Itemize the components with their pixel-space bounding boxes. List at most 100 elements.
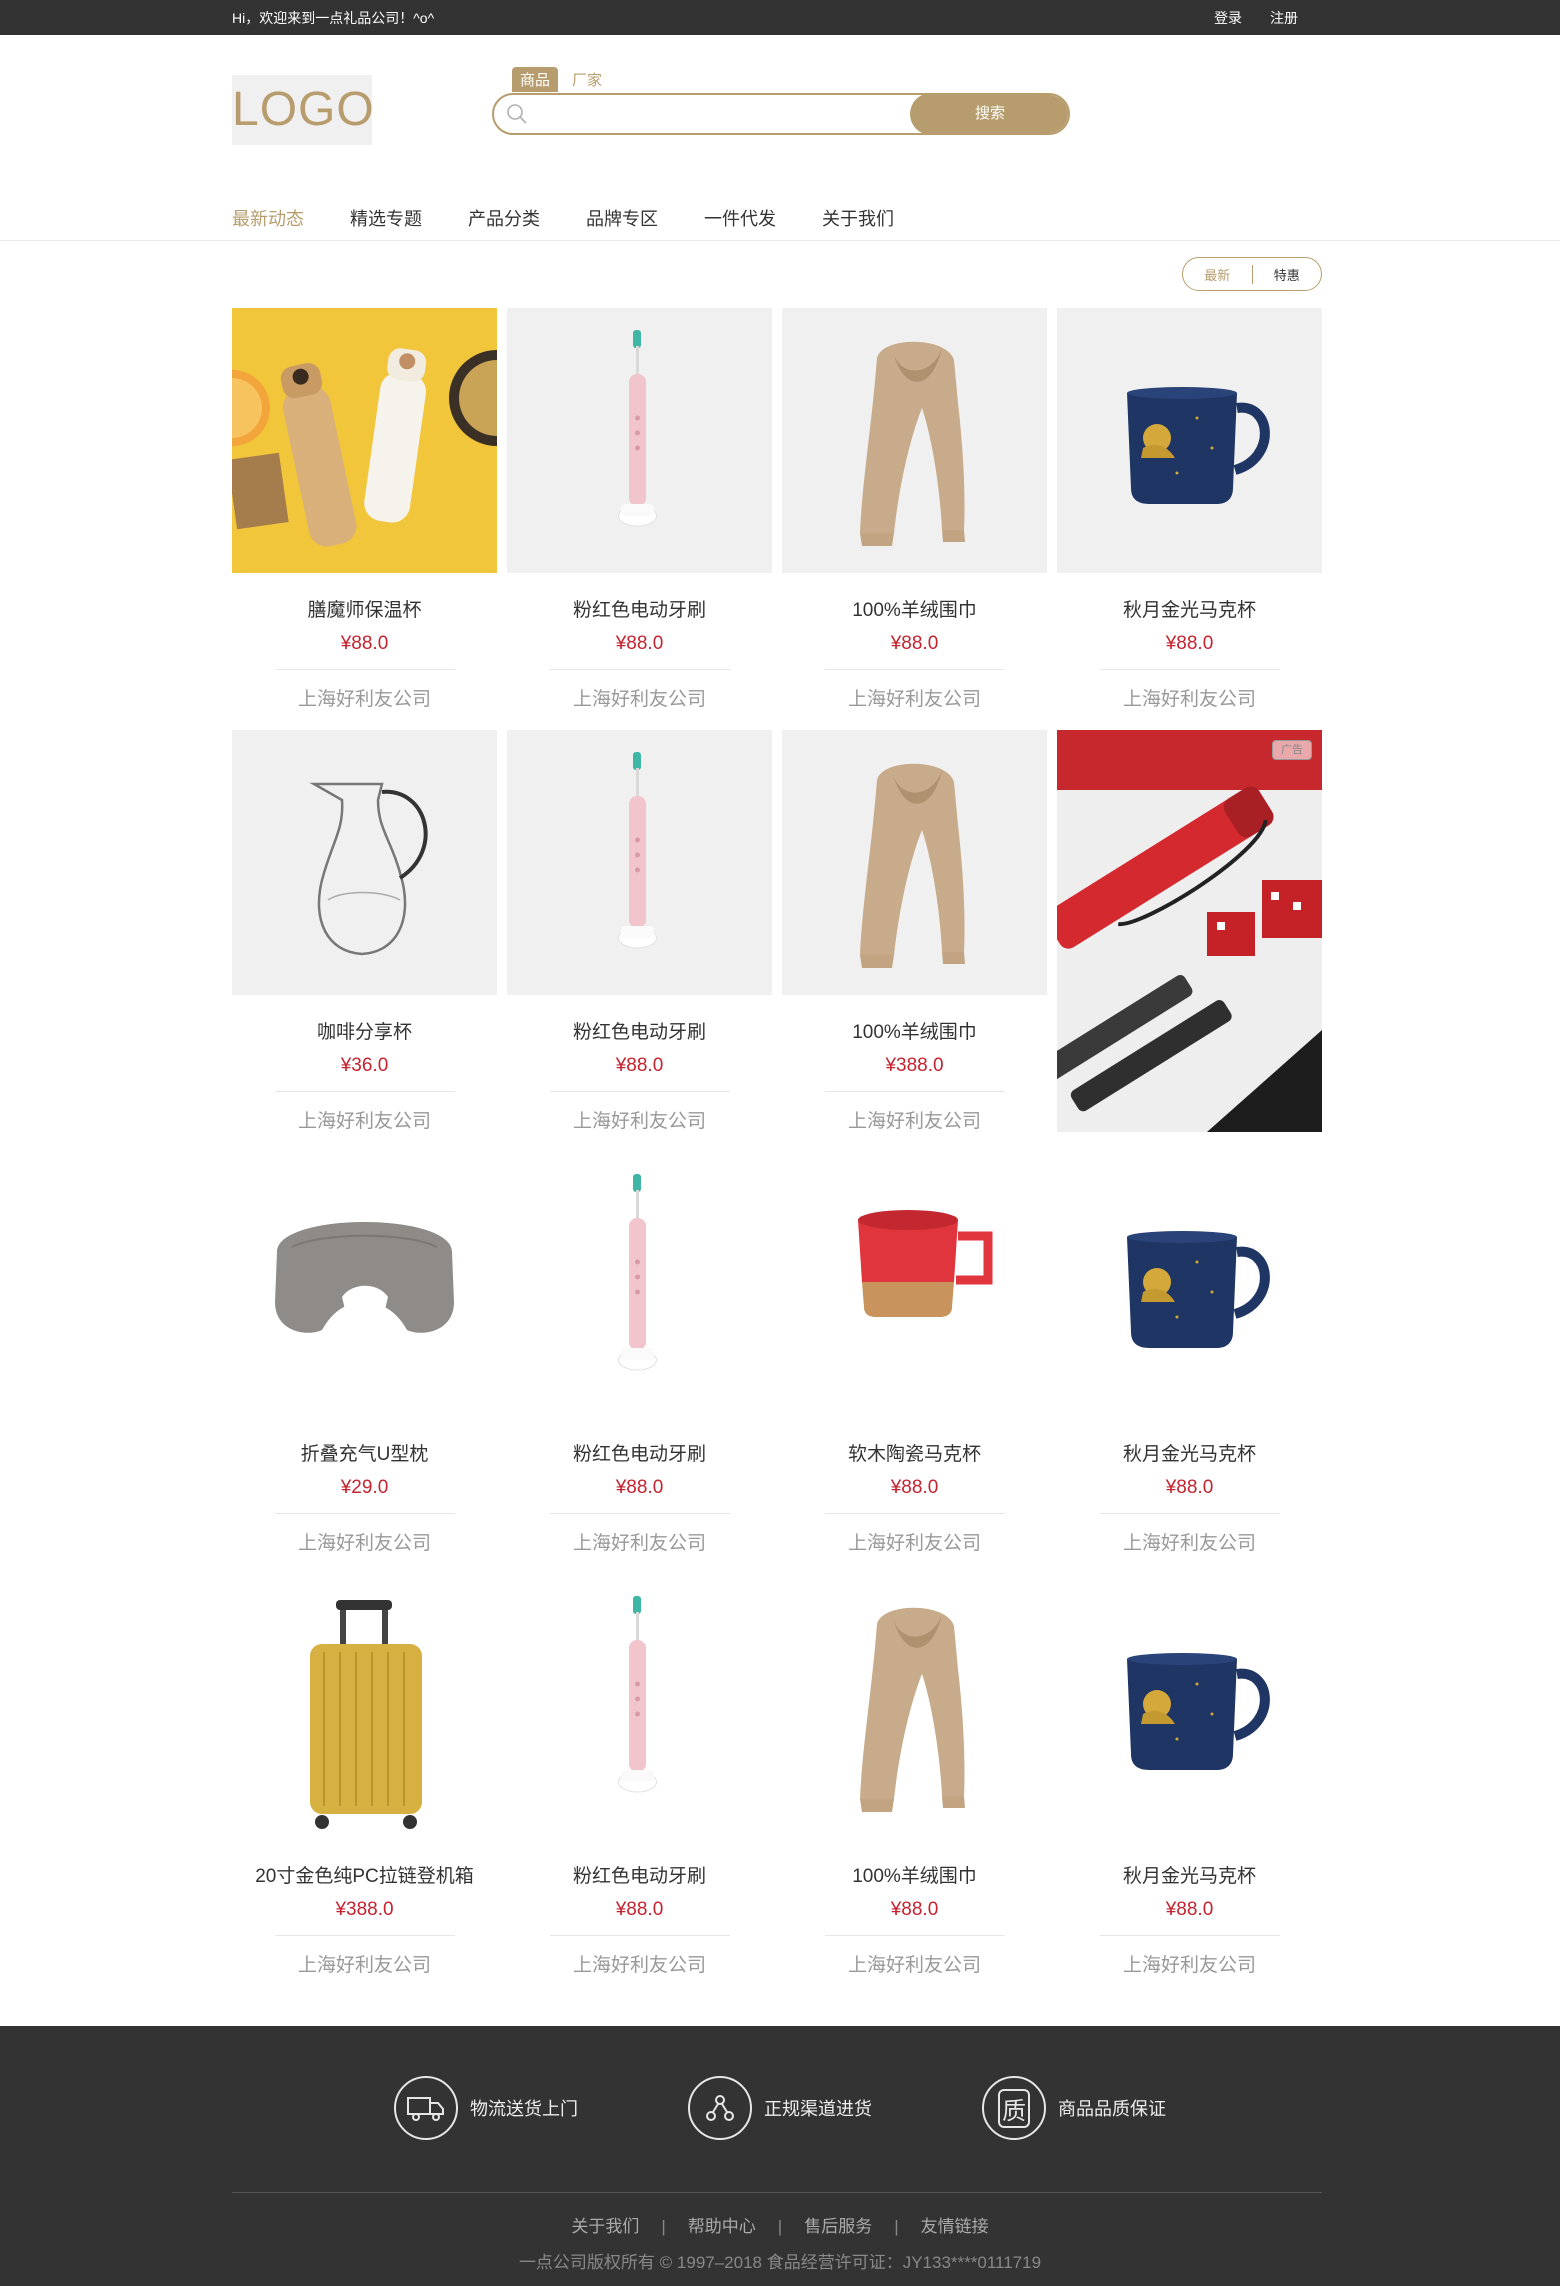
product-price: ¥88.0 — [890, 633, 939, 654]
product-image-scarf[interactable] — [782, 1574, 1047, 1839]
product-company: 上海好利友公司 — [297, 689, 431, 710]
product-name[interactable]: 软木陶瓷马克杯 — [782, 1439, 1047, 1465]
product-card[interactable]: 100%羊绒围巾 ¥88.0 上海好利友公司 — [782, 1574, 1047, 1977]
search-input[interactable] — [538, 95, 898, 133]
product-name[interactable]: 100%羊绒围巾 — [782, 1017, 1047, 1043]
feature-label: 物流送货上门 — [470, 2099, 578, 2119]
card-divider — [549, 669, 730, 670]
product-image-toothbrush[interactable] — [507, 1152, 772, 1417]
product-image-suitcase[interactable] — [232, 1574, 497, 1839]
product-price: ¥88.0 — [615, 1899, 664, 1920]
product-company: 上海好利友公司 — [297, 1955, 431, 1976]
sort-latest-button[interactable]: 最新 — [1183, 264, 1253, 284]
product-price: ¥88.0 — [1165, 633, 1214, 654]
product-name[interactable]: 粉红色电动牙刷 — [507, 1439, 772, 1465]
product-company: 上海好利友公司 — [1122, 1533, 1256, 1554]
product-company: 上海好利友公司 — [297, 1533, 431, 1554]
product-card[interactable]: 膳魔师保温杯 ¥88.0 上海好利友公司 — [232, 308, 497, 711]
copyright: 一点公司版权所有 © 1997–2018 食品经营许可证：JY133****01… — [518, 2253, 1042, 2272]
product-name[interactable]: 20寸金色纯PC拉链登机箱 — [232, 1861, 497, 1887]
nav-item-categories[interactable]: 产品分类 — [468, 205, 540, 231]
feature-channel: 正规渠道进货 — [688, 2076, 872, 2140]
product-card[interactable]: 粉红色电动牙刷 ¥88.0 上海好利友公司 — [507, 1574, 772, 1977]
logo[interactable]: LOGO — [232, 75, 374, 145]
search-tabs: 商品 厂家 — [512, 67, 610, 92]
feature-label: 商品品质保证 — [1058, 2099, 1166, 2119]
product-card[interactable]: 粉红色电动牙刷 ¥88.0 上海好利友公司 — [507, 308, 772, 711]
product-card[interactable]: 软木陶瓷马克杯 ¥88.0 上海好利友公司 — [782, 1152, 1047, 1555]
product-card[interactable]: 粉红色电动牙刷 ¥88.0 上海好利友公司 — [507, 1152, 772, 1555]
product-company: 上海好利友公司 — [847, 1533, 981, 1554]
card-divider — [1099, 1513, 1280, 1514]
nav-item-featured[interactable]: 精选专题 — [350, 205, 422, 231]
product-name[interactable]: 秋月金光马克杯 — [1057, 1439, 1322, 1465]
footer-divider — [232, 2192, 1322, 2193]
product-name[interactable]: 秋月金光马克杯 — [1057, 1861, 1322, 1887]
feature-quality: 质 商品品质保证 — [982, 2076, 1166, 2140]
card-divider — [274, 1513, 455, 1514]
product-name[interactable]: 粉红色电动牙刷 — [507, 1017, 772, 1043]
product-price: ¥29.0 — [340, 1477, 389, 1498]
product-company: 上海好利友公司 — [297, 1111, 431, 1132]
product-name[interactable]: 粉红色电动牙刷 — [507, 1861, 772, 1887]
product-image-mug[interactable] — [1057, 308, 1322, 573]
product-image-mug[interactable] — [1057, 1574, 1322, 1839]
product-name[interactable]: 咖啡分享杯 — [232, 1017, 497, 1043]
product-card[interactable]: 咖啡分享杯 ¥36.0 上海好利友公司 — [232, 730, 497, 1133]
nav-divider — [0, 240, 1560, 241]
product-card[interactable]: 100%羊绒围巾 ¥388.0 上海好利友公司 — [782, 730, 1047, 1133]
product-price: ¥88.0 — [1165, 1899, 1214, 1920]
product-name[interactable]: 100%羊绒围巾 — [782, 1861, 1047, 1887]
quality-glyph: 质 — [998, 2088, 1030, 2128]
register-link[interactable]: 注册 — [1270, 8, 1298, 28]
footer-link-service[interactable]: 售后服务 — [804, 2217, 872, 2236]
product-company: 上海好利友公司 — [847, 1111, 981, 1132]
product-image-toothbrush[interactable] — [507, 730, 772, 995]
nav-item-dropship[interactable]: 一件代发 — [704, 205, 776, 231]
nav-item-about[interactable]: 关于我们 — [822, 205, 894, 231]
product-image-red-mug[interactable] — [782, 1152, 1047, 1417]
product-card[interactable]: 秋月金光马克杯 ¥88.0 上海好利友公司 — [1057, 1152, 1322, 1555]
nav-item-brands[interactable]: 品牌专区 — [586, 205, 658, 231]
product-card[interactable]: 秋月金光马克杯 ¥88.0 上海好利友公司 — [1057, 308, 1322, 711]
product-price: ¥88.0 — [1165, 1477, 1214, 1498]
product-company: 上海好利友公司 — [572, 1533, 706, 1554]
product-name[interactable]: 粉红色电动牙刷 — [507, 595, 772, 621]
card-divider — [274, 1935, 455, 1936]
product-card[interactable]: 秋月金光马克杯 ¥88.0 上海好利友公司 — [1057, 1574, 1322, 1977]
login-link[interactable]: 登录 — [1214, 8, 1242, 28]
card-divider — [824, 1091, 1005, 1092]
card-divider — [1099, 1935, 1280, 1936]
product-name[interactable]: 折叠充气U型枕 — [232, 1439, 497, 1465]
product-image-mug[interactable] — [1057, 1152, 1322, 1417]
search-tab-factory[interactable]: 厂家 — [564, 67, 610, 92]
search-button[interactable]: 搜索 — [910, 95, 1068, 133]
product-image-toothbrush[interactable] — [507, 308, 772, 573]
footer-link-friends[interactable]: 友情链接 — [921, 2217, 989, 2236]
product-card[interactable]: 折叠充气U型枕 ¥29.0 上海好利友公司 — [232, 1152, 497, 1555]
product-image-neck-pillow[interactable] — [232, 1152, 497, 1417]
product-image-toothbrush[interactable] — [507, 1574, 772, 1839]
product-company: 上海好利友公司 — [847, 1955, 981, 1976]
product-name[interactable]: 100%羊绒围巾 — [782, 595, 1047, 621]
product-image-scarf[interactable] — [782, 730, 1047, 995]
product-card[interactable]: 100%羊绒围巾 ¥88.0 上海好利友公司 — [782, 308, 1047, 711]
product-price: ¥88.0 — [890, 1899, 939, 1920]
product-card[interactable]: 20寸金色纯PC拉链登机箱 ¥388.0 上海好利友公司 — [232, 1574, 497, 1977]
product-image-carafe[interactable] — [232, 730, 497, 995]
ad-banner[interactable]: 广告 — [1057, 730, 1322, 1132]
footer-link-help[interactable]: 帮助中心 — [688, 2217, 756, 2236]
product-name[interactable]: 膳魔师保温杯 — [232, 595, 497, 621]
product-card[interactable]: 粉红色电动牙刷 ¥88.0 上海好利友公司 — [507, 730, 772, 1133]
product-price: ¥88.0 — [615, 1477, 664, 1498]
card-divider — [824, 669, 1005, 670]
product-company: 上海好利友公司 — [572, 689, 706, 710]
product-image-thermos[interactable] — [232, 308, 497, 573]
product-image-scarf[interactable] — [782, 308, 1047, 573]
nav-item-latest[interactable]: 最新动态 — [232, 205, 304, 231]
product-name[interactable]: 秋月金光马克杯 — [1057, 595, 1322, 621]
product-company: 上海好利友公司 — [1122, 689, 1256, 710]
search-tab-goods[interactable]: 商品 — [512, 67, 559, 92]
footer-link-about[interactable]: 关于我们 — [571, 2217, 639, 2236]
sort-special-button[interactable]: 特惠 — [1253, 265, 1322, 284]
